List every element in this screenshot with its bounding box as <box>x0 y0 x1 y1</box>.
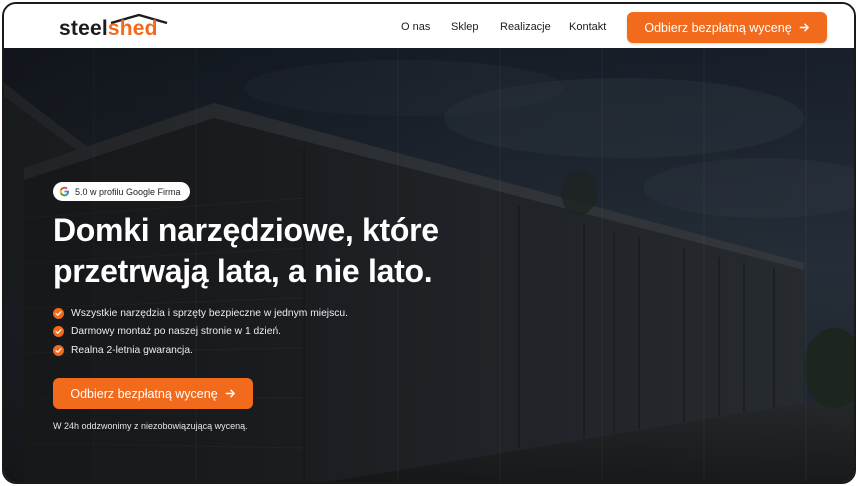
feature-text: Darmowy montaż po naszej stronie w 1 dzi… <box>71 326 282 338</box>
hero-section: 5.0 w profilu Google Firma Domki narzędz… <box>4 48 854 482</box>
nav-item-kontakt[interactable]: Kontakt <box>569 21 606 33</box>
google-icon <box>59 186 70 197</box>
callback-note: W 24h oddzwonimy z niezobowiązującą wyce… <box>53 421 248 431</box>
feature-list: Wszystkie narzędzia i sprzęty bezpieczne… <box>53 304 348 360</box>
google-rating-text: 5.0 w profilu Google Firma <box>75 186 181 197</box>
list-item: Realna 2-letnia gwarancja. <box>53 341 348 360</box>
steelshed-logo[interactable]: steelshed <box>59 13 179 41</box>
check-circle-icon <box>53 326 64 338</box>
hero-headline-line-1: Domki narzędziowe, które <box>53 212 439 248</box>
hero-headline-line-2: przetrwają lata, a nie lato. <box>53 253 433 289</box>
browser-viewport: steelshed O nas Sklep Realizacje Kontakt… <box>2 2 856 484</box>
check-circle-icon <box>53 307 64 319</box>
hero-headline: Domki narzędziowe, które przetrwają lata… <box>53 210 513 292</box>
feature-text: Realna 2-letnia gwarancja. <box>71 344 193 356</box>
list-item: Darmowy montaż po naszej stronie w 1 dzi… <box>53 323 348 342</box>
logo-text-shed: shed <box>107 17 158 40</box>
arrow-right-icon <box>799 22 810 33</box>
nav-item-realizacje[interactable]: Realizacje <box>500 21 551 33</box>
google-rating-badge: 5.0 w profilu Google Firma <box>53 182 190 201</box>
check-circle-icon <box>53 344 64 356</box>
arrow-right-icon <box>225 388 236 399</box>
logo-wordmark: steelshed <box>59 18 158 40</box>
nav-item-o-nas[interactable]: O nas <box>401 21 430 33</box>
site-header: steelshed O nas Sklep Realizacje Kontakt… <box>4 4 854 48</box>
list-item: Wszystkie narzędzia i sprzęty bezpieczne… <box>53 304 348 323</box>
nav-item-sklep[interactable]: Sklep <box>451 21 479 33</box>
hero-quote-button-label: Odbierz bezpłatną wycenę <box>70 386 218 401</box>
feature-text: Wszystkie narzędzia i sprzęty bezpieczne… <box>71 307 348 319</box>
hero-quote-button[interactable]: Odbierz bezpłatną wycenę <box>53 378 253 409</box>
header-quote-button-label: Odbierz bezpłatną wycenę <box>644 20 792 35</box>
header-quote-button[interactable]: Odbierz bezpłatną wycenę <box>627 12 827 43</box>
logo-text-steel: steel <box>59 17 108 40</box>
